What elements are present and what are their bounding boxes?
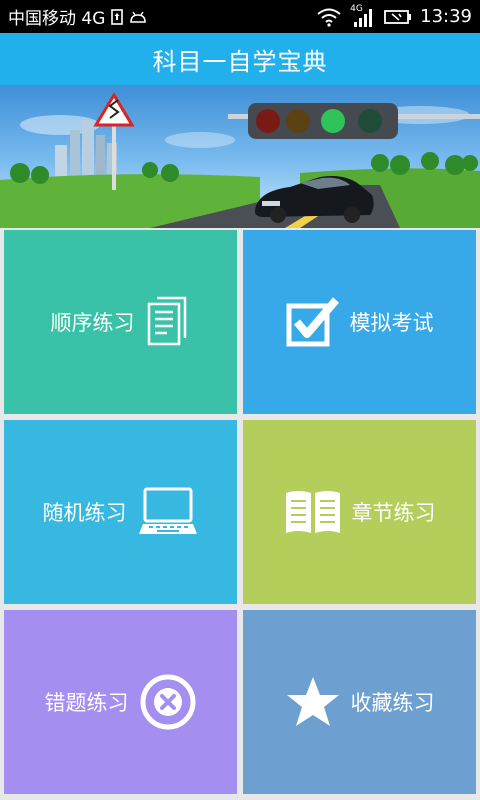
documents-icon [145,296,191,348]
menu-label: 错题练习 [44,691,129,715]
clock: 13:39 [420,6,472,27]
wifi-icon [316,7,342,27]
signal-icon: 4G [350,3,376,28]
menu-label: 随机练习 [42,501,127,525]
menu-mock-exam[interactable]: 模拟考试 [243,230,476,414]
page-title: 科目一自学宝典 [152,47,328,76]
book-icon [284,489,342,535]
status-bar: 中国移动 4G 4G 13:39 [0,0,480,33]
checkbox-icon [286,296,340,348]
upload-icon [111,8,124,25]
close-circle-icon [139,673,197,731]
menu-label: 章节练习 [351,501,436,525]
battery-icon [384,9,412,25]
laptop-icon [137,486,199,538]
menu-label: 收藏练习 [350,691,435,715]
menu-random-practice[interactable]: 随机练习 [4,420,237,604]
android-debug-icon [129,10,147,24]
title-bar: 科目一自学宝典 [0,33,480,85]
menu-sequential-practice[interactable]: 顺序练习 [4,230,237,414]
network-type-label: 4G [350,3,363,14]
carrier-label: 中国移动 4G [8,9,106,29]
menu-chapter-practice[interactable]: 章节练习 [243,420,476,604]
menu-favorites-practice[interactable]: 收藏练习 [243,610,476,794]
menu-wrong-answers-practice[interactable]: 错题练习 [4,610,237,794]
menu-label: 模拟考试 [349,311,434,335]
star-icon [285,675,341,729]
menu-grid: 顺序练习 模拟考试 随机练习 章节练习 错题练习 收藏练习 [4,230,476,796]
menu-label: 顺序练习 [50,311,135,335]
banner-image [0,85,480,228]
